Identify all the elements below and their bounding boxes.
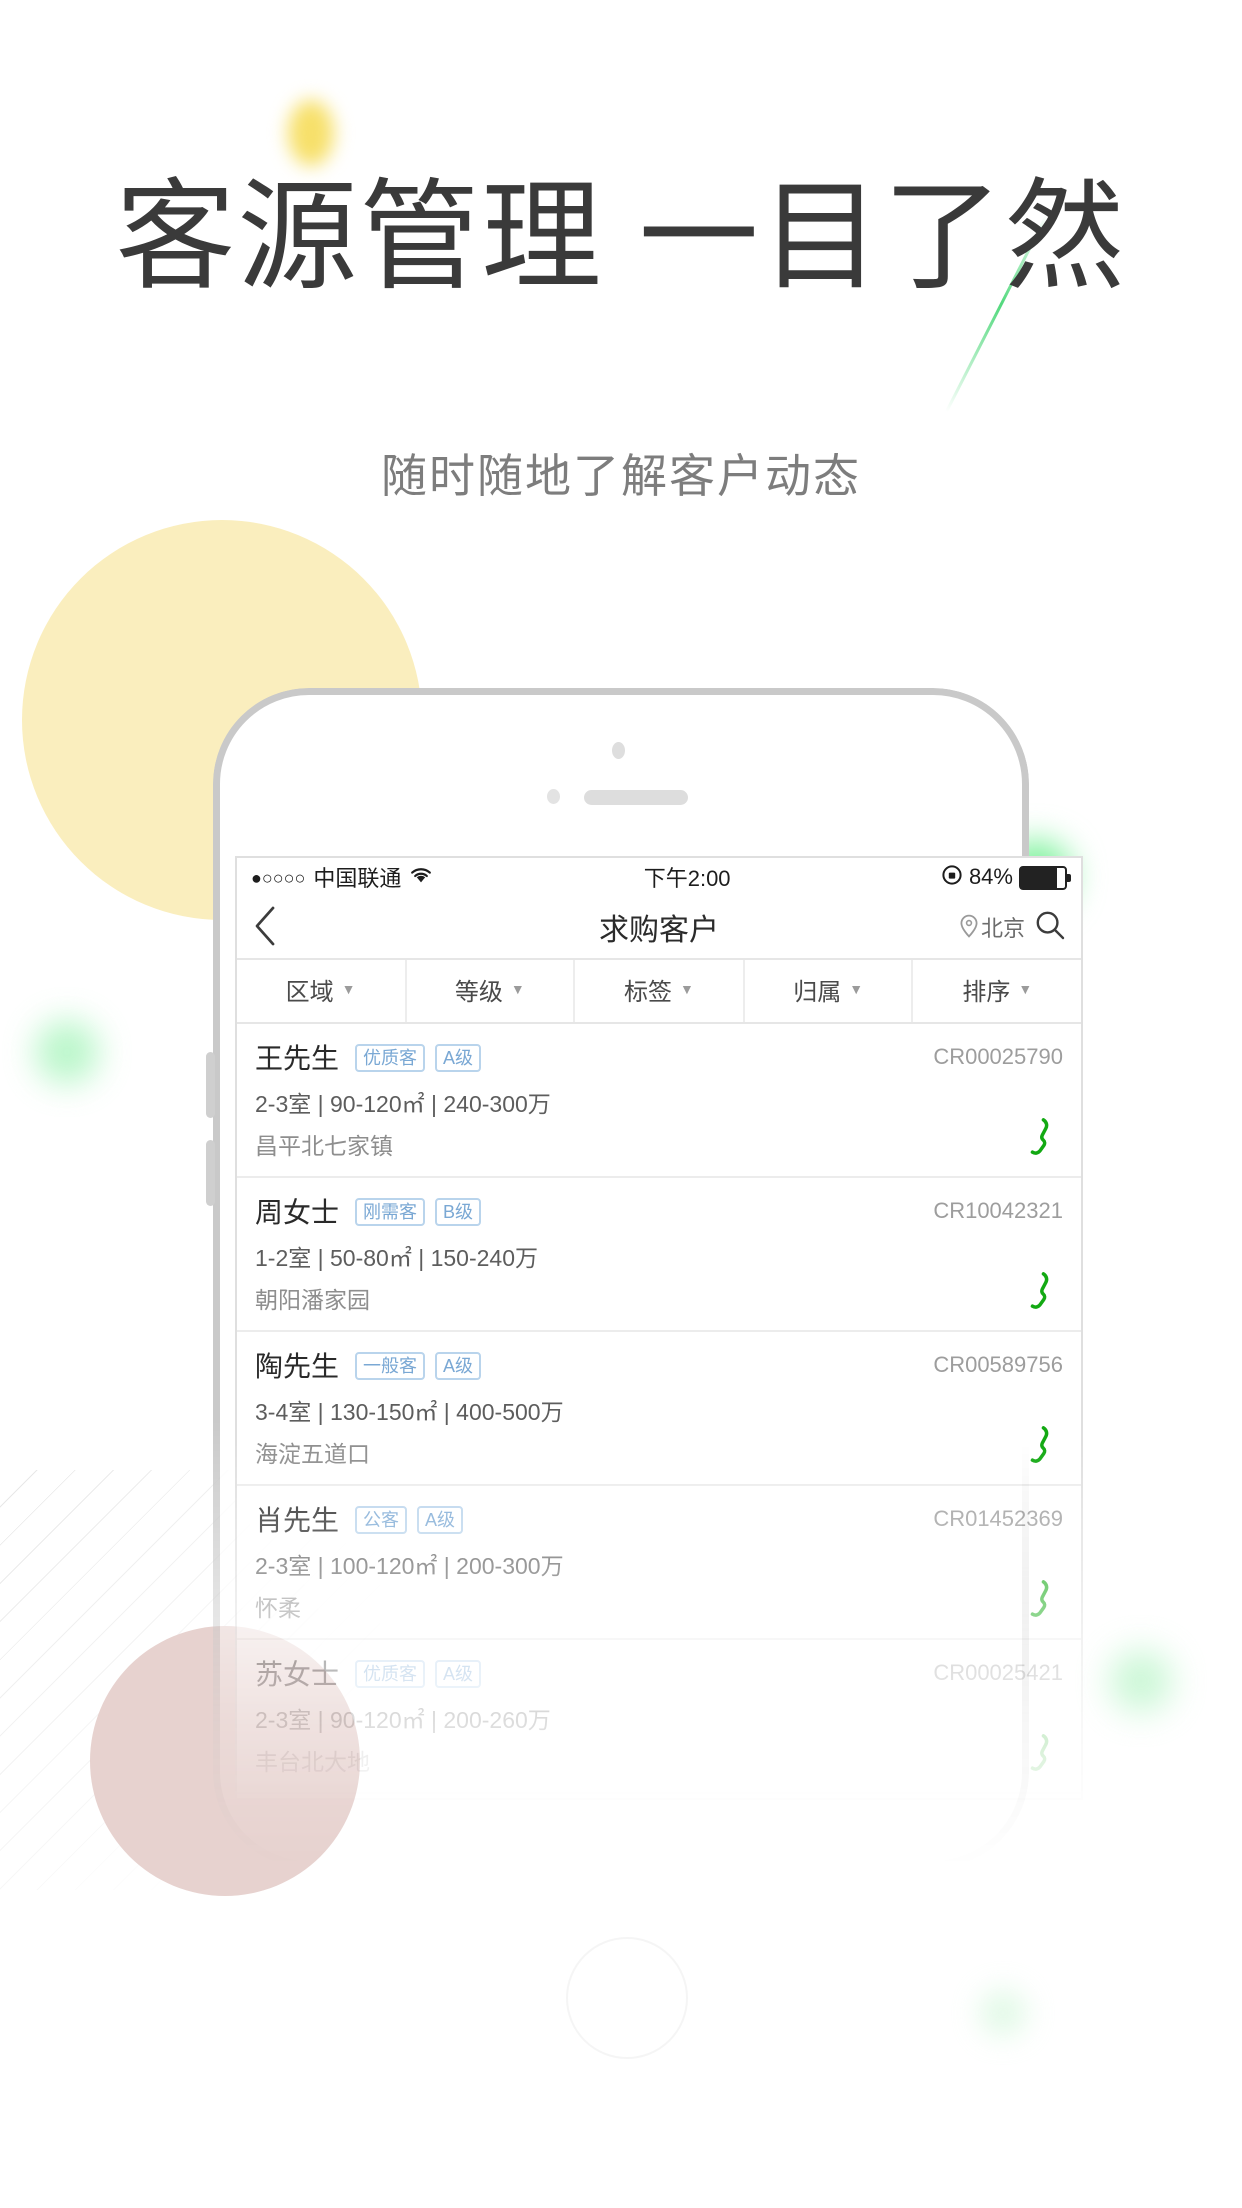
phone-icon[interactable] (1013, 1422, 1057, 1466)
filter-bar: 区域 ▼ 等级 ▼ 标签 ▼ 归属 ▼ 排序 ▼ (237, 960, 1081, 1024)
customer-grade-tag: A级 (417, 1505, 464, 1535)
earpiece-speaker (584, 790, 688, 805)
customer-address: 丰台北大地 (255, 1752, 370, 1776)
volume-down-button[interactable] (206, 1140, 215, 1206)
app-screen: ●○○○○ 中国联通 下午2:00 84% 求购客户 北京 区域 ▼ 等级 ▼ … (235, 856, 1083, 1800)
filter-grade-label: 等级 (454, 978, 503, 1006)
customer-code: CR00025790 (933, 1046, 1063, 1070)
customer-requirement: 2-3室 | 100-120㎡ | 200-300万 (255, 1556, 564, 1580)
filter-owner-label: 归属 (793, 978, 842, 1006)
customer-grade-tag: A级 (435, 1043, 482, 1073)
wifi-icon (409, 866, 433, 890)
front-camera-icon (612, 742, 625, 759)
list-item[interactable]: 张女士 优质客 A级 CR00589320 3-4室 | 140-150㎡ | … (237, 1794, 1081, 1798)
customer-grade-tag: A级 (435, 1351, 482, 1381)
signal-strength-icon: ●○○○○ (251, 867, 306, 887)
green-blur-dot-2 (35, 1020, 99, 1084)
back-button[interactable] (253, 905, 297, 951)
customer-type-tag: 刚需客 (355, 1197, 426, 1227)
customer-code: CR01452369 (933, 1508, 1063, 1532)
customer-name: 陶先生 (255, 1350, 339, 1382)
list-item[interactable]: 周女士 刚需客 B级 CR10042321 1-2室 | 50-80㎡ | 15… (237, 1178, 1081, 1332)
customer-list: 王先生 优质客 A级 CR00025790 2-3室 | 90-120㎡ | 2… (237, 1024, 1081, 1798)
customer-requirement: 2-3室 | 90-120㎡ | 200-260万 (255, 1710, 551, 1734)
customer-requirement: 3-4室 | 130-150㎡ | 400-500万 (255, 1402, 564, 1426)
clock-label: 下午2:00 (643, 868, 731, 892)
location-pin-icon (959, 913, 979, 943)
phone-icon[interactable] (1013, 1730, 1057, 1774)
filter-region-label: 区域 (285, 978, 334, 1006)
chevron-down-icon: ▼ (510, 984, 525, 998)
green-blur-dot-5 (980, 1990, 1026, 2036)
customer-name: 苏女士 (255, 1658, 339, 1690)
city-selector[interactable]: 北京 (959, 912, 1025, 944)
filter-sort-label: 排序 (962, 978, 1011, 1006)
rotation-lock-icon (941, 864, 963, 892)
proximity-sensor-icon (547, 789, 560, 804)
customer-type-tag: 公客 (355, 1505, 408, 1535)
carrier-label: 中国联通 (313, 868, 402, 892)
city-label: 北京 (981, 918, 1025, 942)
filter-tag[interactable]: 标签 ▼ (575, 960, 745, 1022)
customer-type-tag: 优质客 (355, 1659, 426, 1689)
customer-code: CR10042321 (933, 1200, 1063, 1224)
customer-name: 周女士 (255, 1196, 339, 1228)
filter-grade[interactable]: 等级 ▼ (406, 960, 576, 1022)
customer-code: CR00589756 (933, 1354, 1063, 1378)
battery-percent-label: 84% (968, 866, 1013, 890)
home-button[interactable] (566, 1937, 688, 2059)
filter-sort[interactable]: 排序 ▼ (914, 960, 1081, 1022)
promo-headline: 客源管理 一目了然 (115, 170, 1127, 304)
customer-address: 朝阳潘家园 (255, 1290, 370, 1314)
customer-name: 肖先生 (255, 1504, 339, 1536)
promo-subheadline: 随时随地了解客户动态 (381, 450, 861, 502)
customer-name: 王先生 (255, 1042, 339, 1074)
list-item[interactable]: 苏女士 优质客 A级 CR00025421 2-3室 | 90-120㎡ | 2… (237, 1640, 1081, 1794)
phone-icon[interactable] (1013, 1576, 1057, 1620)
volume-up-button[interactable] (206, 1052, 215, 1118)
chevron-down-icon: ▼ (1018, 984, 1033, 998)
chevron-down-icon: ▼ (849, 984, 864, 998)
list-item[interactable]: 肖先生 公客 A级 CR01452369 2-3室 | 100-120㎡ | 2… (237, 1486, 1081, 1640)
phone-icon[interactable] (1013, 1114, 1057, 1158)
yellow-dot-decoration (288, 100, 334, 166)
customer-address: 怀柔 (255, 1598, 301, 1622)
filter-region[interactable]: 区域 ▼ (237, 960, 407, 1022)
customer-type-tag: 优质客 (355, 1043, 426, 1073)
page-title: 求购客户 (598, 913, 719, 947)
navigation-bar: 求购客户 北京 (237, 898, 1081, 960)
list-item[interactable]: 王先生 优质客 A级 CR00025790 2-3室 | 90-120㎡ | 2… (237, 1024, 1081, 1178)
customer-code: CR00025421 (933, 1662, 1063, 1686)
list-item[interactable]: 陶先生 一般客 A级 CR00589756 3-4室 | 130-150㎡ | … (237, 1332, 1081, 1486)
phone-icon[interactable] (1013, 1268, 1057, 1312)
customer-requirement: 1-2室 | 50-80㎡ | 150-240万 (255, 1248, 538, 1272)
chevron-down-icon: ▼ (341, 984, 356, 998)
customer-grade-tag: B级 (435, 1197, 482, 1227)
customer-address: 海淀五道口 (255, 1444, 370, 1468)
chevron-down-icon: ▼ (680, 984, 694, 998)
battery-icon (1019, 866, 1071, 890)
green-blur-dot-4 (1110, 1650, 1172, 1712)
customer-type-tag: 一般客 (355, 1351, 426, 1381)
customer-address: 昌平北七家镇 (255, 1136, 393, 1160)
filter-owner[interactable]: 归属 ▼ (745, 960, 914, 1022)
filter-tag-label: 标签 (624, 978, 673, 1006)
status-bar: ●○○○○ 中国联通 下午2:00 84% (237, 858, 1081, 898)
customer-grade-tag: A级 (435, 1659, 482, 1689)
customer-requirement: 2-3室 | 90-120㎡ | 240-300万 (255, 1094, 551, 1118)
search-icon[interactable] (1035, 910, 1065, 946)
